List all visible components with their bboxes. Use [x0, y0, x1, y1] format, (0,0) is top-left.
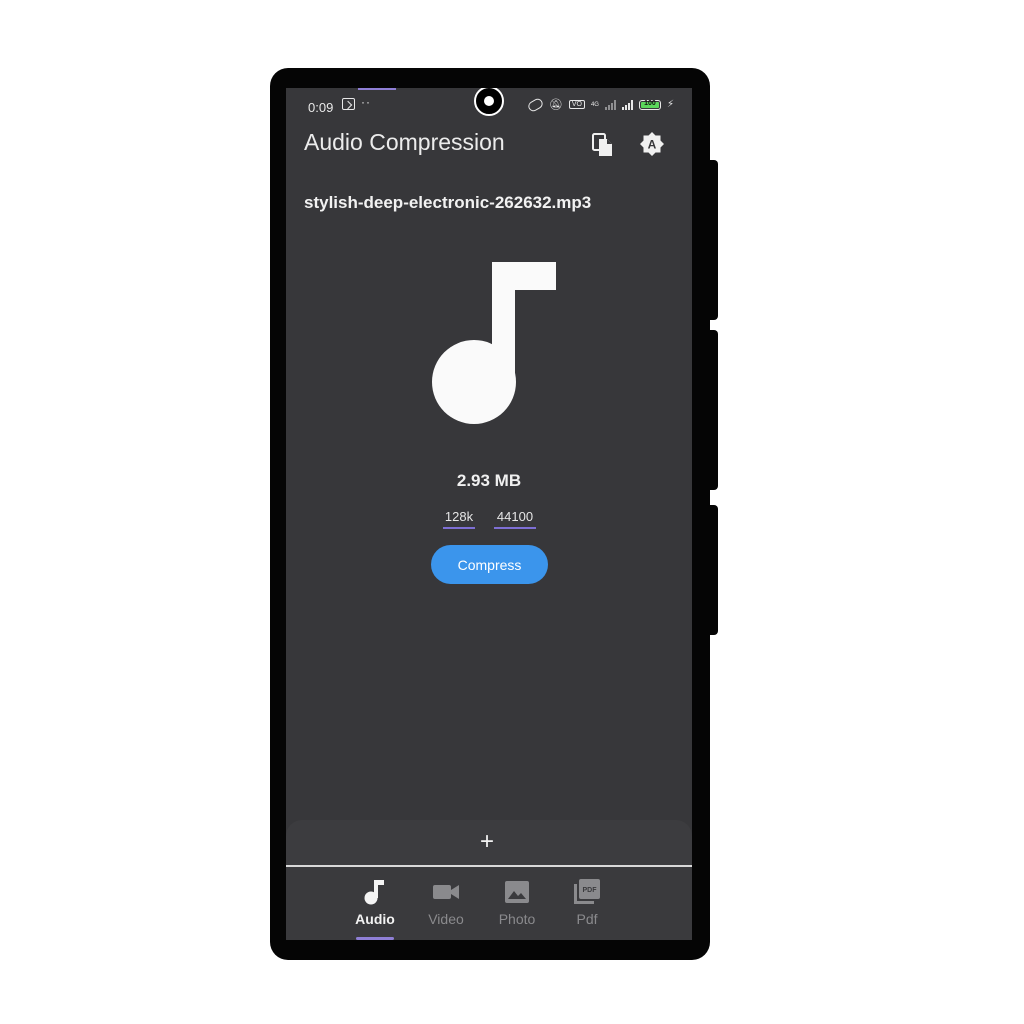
- page-title: Audio Compression: [304, 129, 505, 155]
- active-tab-indicator: [356, 937, 394, 940]
- auto-theme-icon[interactable]: A: [639, 131, 665, 157]
- nav-label-photo: Photo: [498, 911, 536, 927]
- nav-item-video[interactable]: Video: [421, 879, 471, 927]
- nav-item-photo[interactable]: Photo: [492, 879, 542, 927]
- status-time: 0:09: [308, 100, 334, 115]
- status-bar: 0:09 ·· 🔕︎ VO 4G 100 ⚡︎: [286, 88, 692, 126]
- music-note-icon: [364, 880, 384, 905]
- music-note-icon: [432, 262, 556, 424]
- image-icon: [505, 881, 529, 903]
- svg-text:A: A: [648, 138, 657, 152]
- nav-label-video: Video: [428, 911, 464, 927]
- nav-item-pdf[interactable]: PDF Pdf: [562, 879, 612, 927]
- top-indicator: [358, 88, 396, 90]
- power-button: [706, 505, 718, 635]
- front-camera: [474, 88, 504, 116]
- compress-button[interactable]: Compress: [431, 545, 548, 584]
- bell-off-icon: 🔕︎: [548, 99, 563, 111]
- phone-screen: 0:09 ·· 🔕︎ VO 4G 100 ⚡︎ Audio Compressio…: [286, 88, 692, 940]
- file-size: 2.93 MB: [456, 471, 522, 490]
- volume-up-button: [706, 160, 718, 320]
- stage: 0:09 ·· 🔕︎ VO 4G 100 ⚡︎ Audio Compressio…: [0, 0, 1024, 1024]
- pdf-icon: PDF: [574, 879, 600, 904]
- file-copy-icon[interactable]: [591, 132, 615, 158]
- add-icon[interactable]: +: [480, 830, 494, 854]
- network-type-icon: 4G: [590, 101, 599, 108]
- battery-text: 100: [644, 99, 656, 107]
- bottom-navigation: Audio Video Photo PDF Pdf: [286, 867, 692, 940]
- nav-label-pdf: Pdf: [576, 911, 598, 927]
- file-name: stylish-deep-electronic-262632.mp3: [304, 193, 592, 212]
- volume-down-button: [706, 330, 718, 490]
- status-right-icons: 🔕︎ VO 4G 100 ⚡︎: [526, 96, 674, 113]
- status-left-icons: ··: [342, 95, 371, 110]
- sample-rate-input[interactable]: 44100: [494, 509, 536, 529]
- charging-icon: ⚡︎: [666, 99, 674, 110]
- nav-label-audio: Audio: [355, 911, 395, 927]
- gallery-notification-icon: [342, 98, 355, 110]
- signal-icon-1: [604, 99, 616, 110]
- videocam-icon: [433, 885, 459, 899]
- more-notifications-icon: ··: [361, 95, 371, 109]
- battery-icon: 100: [638, 99, 661, 110]
- link-icon: [526, 96, 545, 113]
- bitrate-input[interactable]: 128k: [443, 509, 475, 529]
- svg-text:PDF: PDF: [583, 887, 598, 894]
- volte-icon: VO: [568, 100, 585, 109]
- nav-item-audio[interactable]: Audio: [350, 879, 400, 927]
- signal-icon-2: [621, 99, 633, 110]
